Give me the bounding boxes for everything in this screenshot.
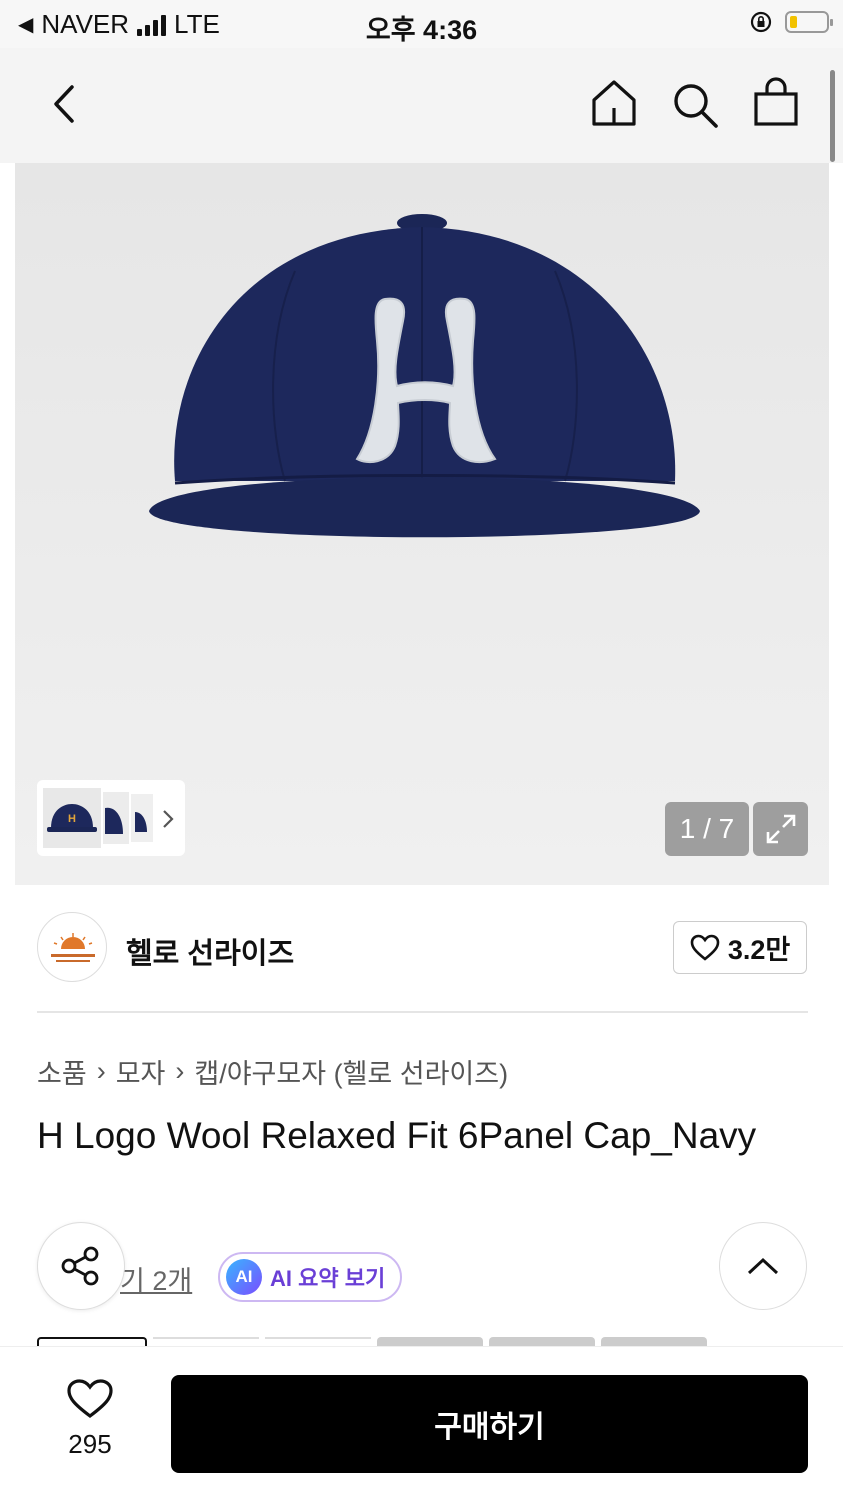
- thumbnail-images[interactable]: H: [43, 788, 155, 848]
- status-right: [749, 10, 833, 34]
- share-icon: [61, 1246, 99, 1286]
- divider: [37, 1011, 808, 1013]
- chevron-right-icon: ›: [96, 1056, 106, 1086]
- status-bar: ◀ NAVER LTE 오후 4:36: [0, 0, 843, 48]
- home-icon[interactable]: [590, 78, 638, 128]
- top-nav: [0, 48, 843, 163]
- brand-name[interactable]: 헬로 선라이즈: [126, 930, 294, 972]
- brand-like-count: 3.2만: [727, 935, 791, 965]
- scroll-to-top-button[interactable]: [719, 1222, 807, 1310]
- heart-icon: [67, 1379, 113, 1419]
- page-scrollbar[interactable]: [830, 70, 835, 162]
- ai-summary-label: AI 요약 보기: [270, 1266, 386, 1291]
- ai-summary-button[interactable]: AI AI 요약 보기: [218, 1252, 402, 1302]
- wishlist-count: 295: [68, 1429, 112, 1459]
- battery-icon: [785, 11, 833, 33]
- brand-like-button[interactable]: 3.2만: [673, 921, 807, 974]
- status-time: 오후 4:36: [365, 15, 478, 45]
- search-icon[interactable]: [670, 80, 720, 130]
- ai-badge-icon: AI: [226, 1259, 262, 1295]
- share-button[interactable]: [37, 1222, 125, 1310]
- wishlist-button[interactable]: 295: [40, 1378, 140, 1460]
- brand-logo[interactable]: [37, 912, 107, 982]
- svg-text:H: H: [68, 813, 76, 825]
- breadcrumb-item[interactable]: 캡/야구모자 (헬로 선라이즈): [194, 1052, 508, 1091]
- product-title: H Logo Wool Relaxed Fit 6Panel Cap_Navy: [37, 1115, 757, 1156]
- expand-image-button[interactable]: [753, 802, 808, 856]
- product-image-gallery[interactable]: H H 1 / 7: [15, 163, 829, 885]
- image-pager: 1 / 7: [665, 802, 749, 856]
- rotation-lock-icon: [750, 11, 772, 33]
- buy-button[interactable]: 구매하기: [171, 1375, 808, 1473]
- breadcrumb-item[interactable]: 모자: [116, 1052, 166, 1091]
- sunrise-logo-icon: [51, 933, 95, 962]
- breadcrumb-item[interactable]: 소품: [37, 1052, 87, 1091]
- heart-icon: [690, 934, 720, 961]
- back-arrow-icon[interactable]: [50, 84, 80, 124]
- chevron-right-icon: ›: [175, 1056, 185, 1086]
- chevron-right-icon[interactable]: [161, 808, 175, 830]
- product-cap-image: H: [149, 214, 700, 538]
- chevron-up-icon: [747, 1257, 779, 1275]
- shopping-bag-icon[interactable]: [752, 76, 800, 128]
- review-link[interactable]: 기 2개: [120, 1259, 192, 1298]
- thumbnail-strip[interactable]: H: [37, 780, 185, 856]
- expand-icon: [766, 814, 796, 844]
- breadcrumb: 소품 › 모자 › 캡/야구모자 (헬로 선라이즈): [37, 1052, 508, 1091]
